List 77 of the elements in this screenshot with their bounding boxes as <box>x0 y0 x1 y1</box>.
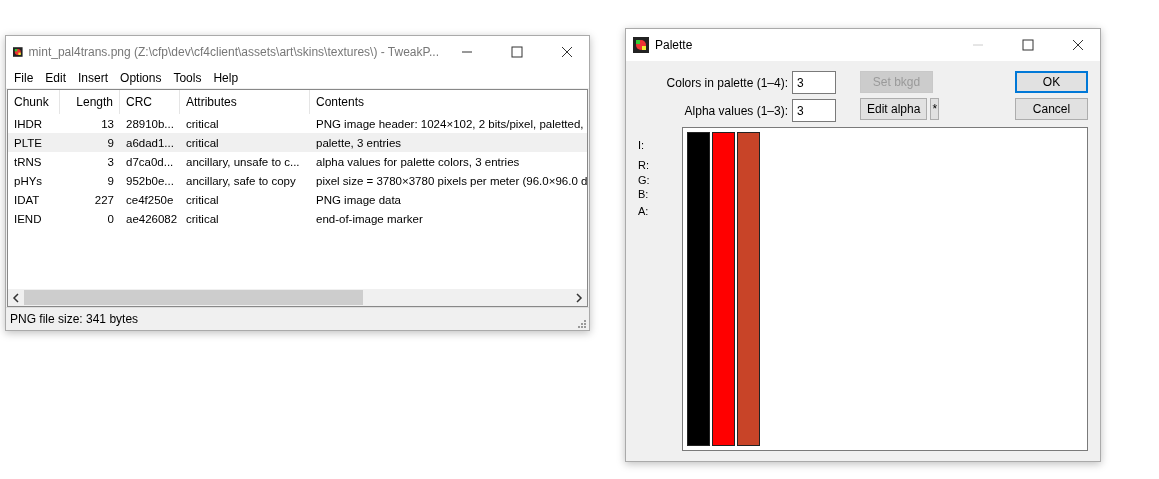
table-cell-text: 952b0e... <box>125 174 175 187</box>
close-icon[interactable] <box>561 46 573 58</box>
window-title: Palette <box>655 38 694 52</box>
table-cell-text: pixel size = 3780×3780 pixels per meter (96.0×96.0 d <box>315 174 587 187</box>
table-cell-text: a6dad1... <box>125 136 175 149</box>
table-cell-text: pHYs <box>13 174 44 187</box>
column-header[interactable]: Attributes <box>180 90 310 114</box>
table-row[interactable]: IHDR 13 28910b... critical PNG image header: 1024×102, 2 bits/pixel, paletted, <box>8 114 587 133</box>
input-field[interactable]: 3 <box>792 71 836 94</box>
color-swatch[interactable] <box>737 132 760 446</box>
table-cell-text: critical <box>185 212 220 225</box>
column-header[interactable]: Length <box>60 90 120 114</box>
table-cell-text: ancillary, unsafe to c... <box>185 155 301 168</box>
table-row[interactable]: tRNS 3 d7ca0d... ancillary, unsafe to c... alpha values for palette colors, 3 entries <box>8 152 587 171</box>
menu-item[interactable]: Help <box>207 71 245 85</box>
channel-label: I: <box>638 139 645 151</box>
menu-item[interactable]: Edit <box>39 71 73 85</box>
table-cell-text: critical <box>185 136 220 149</box>
table-cell-text: 9 <box>106 174 115 187</box>
table-cell-text: end-of-image marker <box>315 212 424 225</box>
table-cell-text: IDAT <box>13 193 41 206</box>
color-swatch[interactable] <box>712 132 735 446</box>
table-cell-text: 28910b... <box>125 117 175 130</box>
table-cell-text: critical <box>185 193 220 206</box>
maximize-icon[interactable] <box>1022 39 1034 51</box>
table-row[interactable]: IDAT 227 ce4f250e critical PNG image data <box>8 190 587 209</box>
status-text: PNG file size: 341 bytes <box>10 312 139 326</box>
table-cell-text: IHDR <box>13 117 44 130</box>
table-cell-text: 9 <box>106 136 115 149</box>
menu-item[interactable]: Insert <box>72 71 115 85</box>
table-cell-text: IEND <box>13 212 43 225</box>
channel-label: A: <box>638 205 649 217</box>
color-swatch[interactable] <box>687 132 710 446</box>
table-row[interactable]: IEND 0 ae426082 critical end-of-image marker <box>8 209 587 228</box>
table-cell-text: critical <box>185 117 220 130</box>
field-label: Colors in palette (1–4): <box>666 75 788 90</box>
channel-label: R: <box>638 159 649 171</box>
table-cell-text: 3 <box>106 155 115 168</box>
scroll-thumb[interactable] <box>24 290 364 305</box>
window-title: mint_pal4trans.png (Z:\cfp\dev\cf4client\assets\art\skins\textures\) - TweakP... <box>28 45 439 59</box>
column-header[interactable]: Chunk <box>8 90 60 114</box>
table-cell-text: PNG image data <box>315 193 402 206</box>
maximize-icon[interactable] <box>511 46 523 58</box>
column-header[interactable]: Contents <box>310 90 587 114</box>
ok-button[interactable]: OK <box>1015 71 1088 93</box>
table-row[interactable]: PLTE 9 a6dad1... critical palette, 3 entries <box>8 133 587 152</box>
table-cell-text: ce4f250e <box>125 193 175 206</box>
input-field[interactable]: 3 <box>792 99 836 122</box>
table-cell-text: 0 <box>106 212 115 225</box>
horizontal-scrollbar[interactable] <box>8 289 587 306</box>
menu-item[interactable]: Tools <box>167 71 208 85</box>
table-cell-text: tRNS <box>13 155 43 168</box>
table-cell-text: 13 <box>100 117 115 130</box>
column-header[interactable]: CRC <box>120 90 180 114</box>
channel-label: B: <box>638 188 649 200</box>
app-icon <box>633 37 649 53</box>
channel-label: G: <box>638 174 650 186</box>
table-cell-text: PLTE <box>13 136 43 149</box>
table-cell-text: palette, 3 entries <box>315 136 403 149</box>
menu-item[interactable]: Options <box>114 71 168 85</box>
star-button[interactable]: * <box>930 98 940 120</box>
table-cell-text: ae426082 <box>125 212 179 225</box>
scroll-right-icon[interactable] <box>575 292 583 303</box>
menu-item[interactable]: File <box>8 71 40 85</box>
field-label: Alpha values (1–3): <box>684 103 788 118</box>
table-cell-text: 227 <box>93 193 115 206</box>
resize-grip-icon[interactable] <box>578 320 586 328</box>
table-cell-text: ancillary, safe to copy <box>185 174 297 187</box>
table-cell-text: alpha values for palette colors, 3 entries <box>315 155 521 168</box>
close-icon[interactable] <box>1072 39 1084 51</box>
cancel-button[interactable]: Cancel <box>1015 98 1088 120</box>
table-row[interactable]: pHYs 9 952b0e... ancillary, safe to copy pixel size = 3780×3780 pixels per meter (96.0×96.0 d <box>8 171 587 190</box>
app-icon <box>13 44 23 60</box>
table-cell-text: d7ca0d... <box>125 155 175 168</box>
scroll-left-icon[interactable] <box>12 292 20 303</box>
edit-alpha-button[interactable]: Edit alpha <box>860 98 928 120</box>
table-cell-text: PNG image header: 1024×102, 2 bits/pixel, paletted, <box>315 117 585 130</box>
